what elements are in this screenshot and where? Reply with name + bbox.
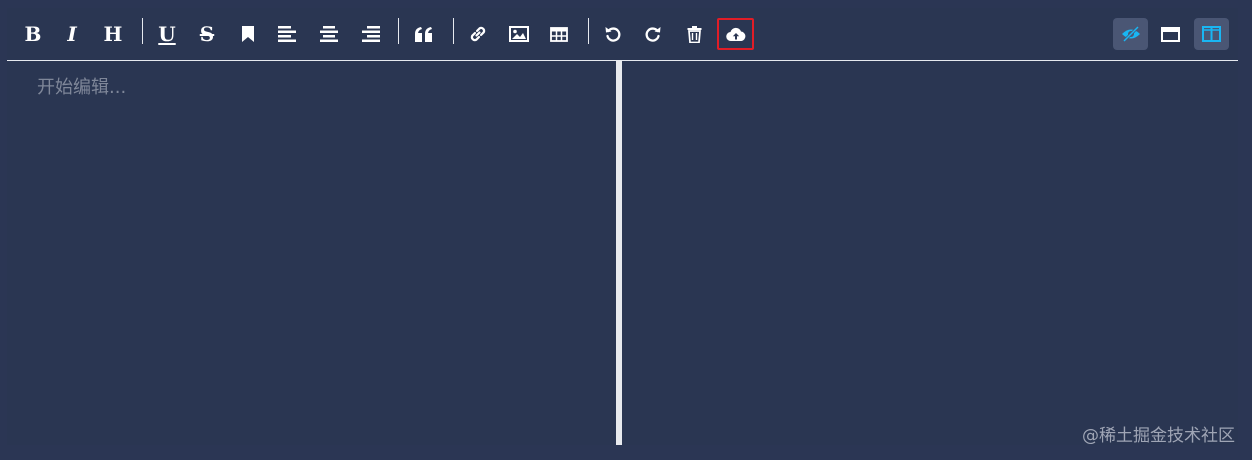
image-button[interactable] xyxy=(501,18,537,50)
bookmark-icon xyxy=(242,26,254,42)
bold-button[interactable]: B xyxy=(15,18,51,50)
strikethrough-icon: S xyxy=(199,22,215,46)
split-view-button[interactable] xyxy=(1194,18,1229,50)
align-right-icon xyxy=(362,26,380,42)
undo-button[interactable] xyxy=(595,18,631,50)
preview-pane xyxy=(622,61,1238,445)
underline-button[interactable]: U xyxy=(149,18,185,50)
quote-button[interactable] xyxy=(406,18,442,50)
columns-icon xyxy=(1202,26,1221,42)
redo-icon xyxy=(645,27,661,42)
toolbar-separator xyxy=(588,18,589,44)
strikethrough-button[interactable]: S xyxy=(189,18,225,50)
image-icon xyxy=(509,26,529,42)
toolbar: B I H U S xyxy=(7,8,1238,61)
markdown-editor: B I H U S 开始编辑... xyxy=(7,8,1238,445)
fullscreen-button[interactable] xyxy=(1153,18,1188,50)
italic-icon: I xyxy=(67,22,77,46)
bold-icon: B xyxy=(24,22,42,46)
upload-button[interactable] xyxy=(717,18,754,50)
toolbar-separator xyxy=(142,18,143,44)
preview-toggle-button[interactable] xyxy=(1113,18,1148,50)
link-button[interactable] xyxy=(460,18,496,50)
delete-button[interactable] xyxy=(676,18,712,50)
align-right-button[interactable] xyxy=(352,18,388,50)
eye-slash-icon xyxy=(1121,26,1140,42)
heading-button[interactable]: H xyxy=(95,18,131,50)
editor-pane[interactable]: 开始编辑... xyxy=(7,61,616,445)
italic-button[interactable]: I xyxy=(54,18,90,50)
window-icon xyxy=(1161,26,1180,42)
redo-button[interactable] xyxy=(635,18,671,50)
align-left-button[interactable] xyxy=(270,18,306,50)
heading-icon: H xyxy=(103,22,123,46)
watermark: @稀土掘金技术社区 xyxy=(1082,426,1235,446)
align-center-icon xyxy=(320,26,338,42)
cloud-upload-icon xyxy=(725,27,745,41)
table-button[interactable] xyxy=(541,18,577,50)
align-center-button[interactable] xyxy=(311,18,347,50)
toolbar-separator xyxy=(453,18,454,44)
bookmark-button[interactable] xyxy=(230,18,266,50)
toolbar-separator xyxy=(398,18,399,44)
undo-icon xyxy=(605,27,621,42)
align-left-icon xyxy=(278,26,296,42)
link-icon xyxy=(470,26,486,42)
quote-icon xyxy=(415,26,432,42)
table-icon xyxy=(550,26,568,42)
trash-icon xyxy=(687,25,701,43)
editor-placeholder: 开始编辑... xyxy=(37,77,127,98)
underline-icon: U xyxy=(158,22,176,46)
